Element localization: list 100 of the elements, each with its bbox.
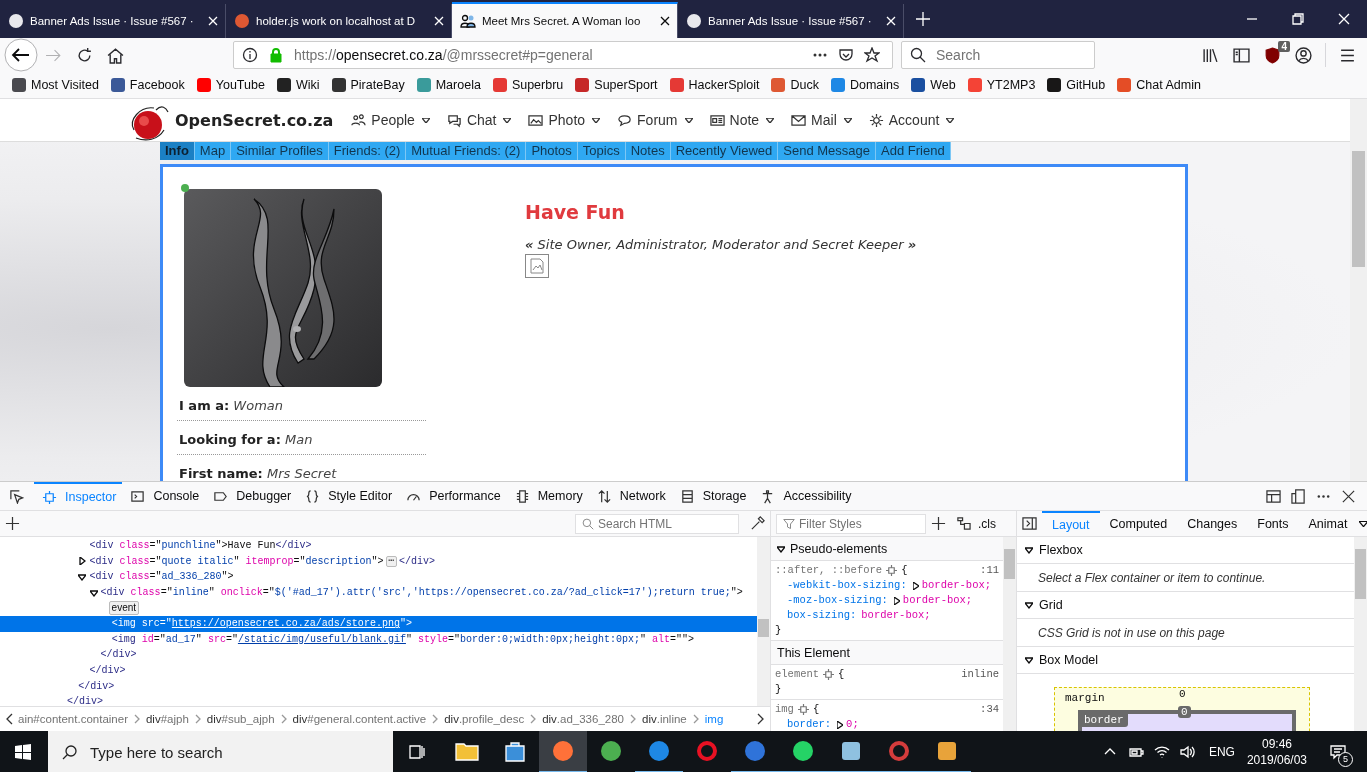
tree-row[interactable]: <div class="ad_336_280">: [0, 569, 757, 585]
search-input[interactable]: Type here to search: [90, 743, 393, 761]
event-badge[interactable]: event: [108, 601, 140, 616]
devtools-tab[interactable]: Network: [588, 482, 672, 510]
tree-row[interactable]: </div>: [0, 662, 757, 679]
breadcrumb[interactable]: img: [704, 713, 724, 725]
bookmark[interactable]: HackerSploit: [669, 78, 760, 92]
tree-row[interactable]: </div>: [0, 647, 757, 663]
css-value[interactable]: border-box;: [861, 608, 931, 623]
menu-item[interactable]: Mail: [791, 112, 852, 128]
section-title: Grid: [1039, 598, 1063, 612]
tree-row[interactable]: <div class="inline" onclick="$('#ad_17').attr('src','https://opensecret.co.za/?ad_click=17');return true;">: [0, 584, 757, 601]
sidebar-tab[interactable]: Fonts: [1247, 511, 1299, 536]
breadcrumb[interactable]: div.profile_desc: [444, 713, 525, 725]
bookmark[interactable]: Wiki: [276, 78, 320, 92]
bookmark[interactable]: Maroela: [416, 78, 481, 92]
filter-field[interactable]: Filter Styles: [776, 513, 926, 534]
css-value[interactable]: border-box;: [902, 593, 973, 608]
browser-tab[interactable]: Meet Mrs Secret. A Woman loo: [452, 2, 678, 38]
bookmark[interactable]: Facebook: [110, 78, 185, 92]
sidebar-tab[interactable]: Changes: [1177, 511, 1248, 536]
menu-item[interactable]: Photo: [528, 112, 601, 128]
search-field[interactable]: Search HTML: [575, 513, 739, 534]
markup-line: <div class="inline" onclick="$('#ad_17').attr('src','https://opensecret.co.za/?ad_click=17');return true;">: [100, 587, 743, 599]
breadcrumb[interactable]: div#ajph: [145, 713, 189, 725]
css-property[interactable]: -webkit-box-sizing:: [787, 578, 907, 593]
tree-row[interactable]: <img src="https://opensecret.co.za/ads/store.png">: [0, 615, 757, 632]
bookmark[interactable]: Superbru: [492, 78, 564, 92]
site-name[interactable]: OpenSecret.co.za: [175, 110, 334, 130]
tree-row[interactable]: <div class="quote italic" itemprop="description"> ⋯ </div>: [0, 553, 757, 570]
box-value[interactable]: 0: [1178, 706, 1191, 718]
bookmark[interactable]: Domains: [830, 78, 900, 92]
search-field[interactable]: Search: [901, 41, 1095, 69]
devtools-tab[interactable]: Storage: [671, 482, 753, 510]
profile-tab[interactable]: Info: [160, 141, 195, 160]
css-property[interactable]: border:: [787, 717, 832, 731]
markup-line: <img id="ad_17" src="/static/img/useful/blank.gif" style="border:0;width:0px;height:0px;" alt="">: [111, 633, 695, 645]
clock-date[interactable]: 2019/06/03: [1246, 752, 1307, 768]
info-message: Select a Flex container or item to continue.: [1038, 570, 1266, 585]
css-property[interactable]: -moz-box-sizing:: [787, 593, 888, 608]
bookmark[interactable]: GitHub: [1047, 78, 1106, 92]
tree-row[interactable]: <div class="punchline">Have Fun</div>: [0, 538, 757, 554]
tree-row[interactable]: <img id="ad_17" src="/static/img/useful/blank.gif" style="border:0;width:0px;height:0px;" alt="">: [0, 631, 757, 648]
css-value[interactable]: border-box;: [921, 578, 992, 593]
language-indicator[interactable]: ENG: [1208, 745, 1235, 759]
menu-item[interactable]: People: [351, 112, 430, 128]
filter-input[interactable]: Filter Styles: [799, 516, 919, 531]
tree-row[interactable]: </div>: [0, 693, 757, 706]
bookmark[interactable]: Duck: [771, 78, 819, 92]
brace: {: [838, 667, 845, 682]
info-message: CSS Grid is not in use on this page: [1038, 625, 1225, 640]
section-title: This Element: [777, 645, 850, 660]
breadcrumb[interactable]: div.inline: [642, 713, 687, 725]
markup-line: </div>: [67, 696, 103, 706]
menu-item[interactable]: Account: [868, 112, 955, 128]
search-field[interactable]: Type here to search: [48, 731, 393, 772]
sidebar-tab[interactable]: Computed: [1099, 511, 1178, 536]
search-input[interactable]: Search: [936, 47, 1086, 63]
bookmark[interactable]: YT2MP3: [967, 78, 1036, 92]
sidebar-tab[interactable]: Layout: [1042, 511, 1100, 536]
devtools-tab[interactable]: Memory: [506, 482, 589, 510]
breadcrumb[interactable]: ain#content.container: [18, 713, 128, 725]
menu-item[interactable]: Forum: [617, 112, 693, 128]
source-link[interactable]: :11: [980, 563, 999, 578]
css-property[interactable]: box-sizing:: [787, 608, 857, 623]
menu-item[interactable]: Note: [709, 112, 775, 128]
profile-field: Looking for a: Man: [177, 421, 426, 455]
devtools-tab[interactable]: Debugger: [205, 482, 298, 510]
breadcrumb[interactable]: div#general.content.active: [292, 713, 427, 725]
devtools-tab[interactable]: Style Editor: [297, 482, 399, 510]
ellipsis-badge[interactable]: ⋯: [385, 555, 397, 567]
bookmark[interactable]: YouTube: [196, 78, 265, 92]
css-value[interactable]: 0;: [846, 717, 859, 731]
cls-button[interactable]: .cls: [978, 516, 996, 531]
bookmark[interactable]: Web: [911, 78, 956, 92]
address-bar[interactable]: https://opensecret.co.za/@mrssecret#p=general: [233, 41, 893, 69]
box-label: border: [1082, 714, 1128, 727]
bookmark[interactable]: Most Visited: [12, 78, 99, 92]
bookmark[interactable]: Chat Admin: [1117, 78, 1201, 92]
source-link[interactable]: :34: [980, 702, 999, 717]
source-link[interactable]: inline: [961, 667, 999, 682]
devtools-tab[interactable]: Accessibility: [752, 482, 858, 510]
markup-line: <div class="punchline">Have Fun</div>: [89, 540, 312, 552]
profile-tab[interactable]: Add Friend: [876, 141, 951, 160]
search-input[interactable]: Search HTML: [598, 516, 732, 531]
tree-row[interactable]: event: [0, 600, 757, 616]
devtools-tab[interactable]: Console: [122, 482, 206, 510]
devtools-tab[interactable]: Performance: [398, 482, 507, 510]
breadcrumb[interactable]: div.ad_336_280: [542, 713, 624, 725]
box-value[interactable]: 0: [1179, 688, 1186, 700]
bookmark[interactable]: SuperSport: [575, 78, 658, 92]
clock-time[interactable]: 09:46: [1261, 736, 1292, 752]
bookmark[interactable]: PirateBay: [331, 78, 405, 92]
section-title: Pseudo-elements: [790, 541, 888, 556]
tree-row[interactable]: </div>: [0, 678, 757, 694]
url-text: https://opensecret.co.za/@mrssecret#p=general: [294, 47, 593, 63]
breadcrumb[interactable]: div#sub_ajph: [206, 713, 275, 725]
sidebar-tab[interactable]: Animat: [1298, 511, 1358, 536]
menu-item[interactable]: Chat: [446, 112, 512, 128]
css-selector: element: [775, 667, 820, 682]
